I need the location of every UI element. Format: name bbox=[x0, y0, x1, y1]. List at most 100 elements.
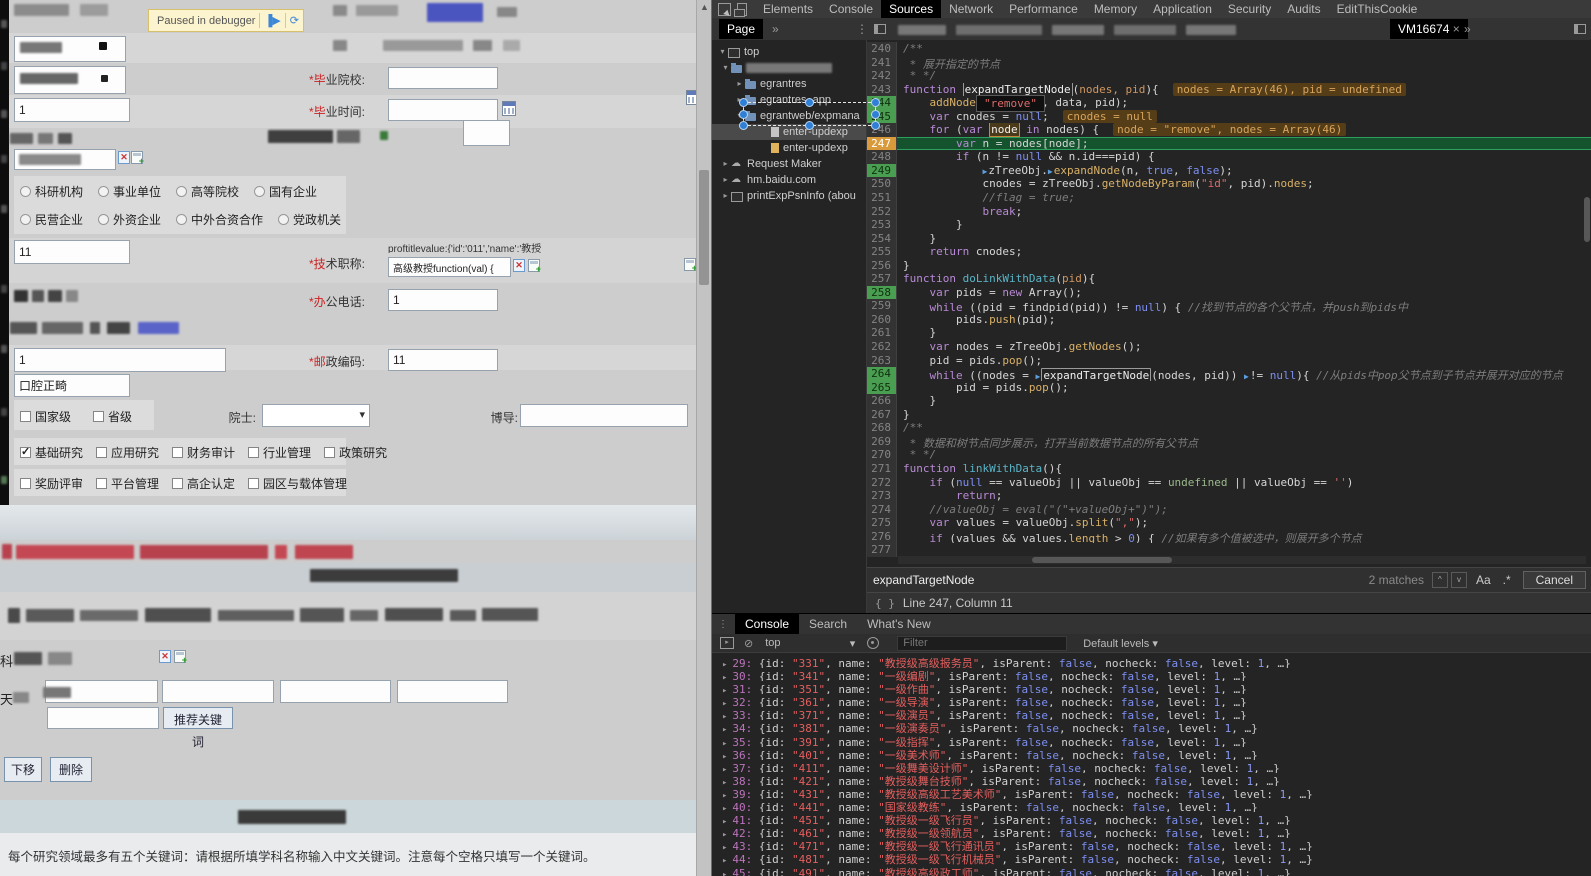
code-line-248[interactable]: 248 if (n != null && n.id===pid) { bbox=[867, 150, 1591, 164]
more-options-icon[interactable]: ⋮ bbox=[856, 22, 868, 36]
toggle-navigator-icon[interactable] bbox=[874, 24, 886, 34]
overflow-chevron[interactable]: » bbox=[772, 22, 779, 36]
code-line-258[interactable]: 258 var pids = new Array(); bbox=[867, 286, 1591, 300]
checkbox-高企认定[interactable]: 高企认定 bbox=[172, 475, 235, 492]
tree-expand-arrow-icon[interactable]: ▾ bbox=[717, 44, 728, 60]
page-scrollbar[interactable]: ▲ bbox=[696, 0, 712, 876]
devtools-tab-elements[interactable]: Elements bbox=[755, 0, 821, 18]
console-tab-search[interactable]: Search bbox=[799, 614, 857, 634]
line-number[interactable]: 272 bbox=[867, 476, 897, 490]
line-number[interactable]: 251 bbox=[867, 191, 897, 205]
tree-item-top[interactable]: ▾top bbox=[712, 44, 866, 60]
code-line-246[interactable]: 246 for (var node in nodes) {node = "rem… bbox=[867, 123, 1591, 137]
line-number[interactable]: 263 bbox=[867, 354, 897, 368]
console-log-row[interactable]: ▸42: {id: "461", name: "教授级一级领航员", isPar… bbox=[712, 825, 1591, 838]
picker-icon[interactable]: ✕ bbox=[513, 259, 525, 272]
code-line-250[interactable]: 250 cnodes = zTreeObj.getNodeByParam("id… bbox=[867, 177, 1591, 191]
code-line-262[interactable]: 262 var nodes = zTreeObj.getNodes(); bbox=[867, 340, 1591, 354]
radio-事业单位[interactable]: 事业单位 bbox=[98, 183, 161, 200]
tree-expand-arrow-icon[interactable]: ▸ bbox=[720, 188, 731, 204]
file-tab-vm16674[interactable]: VM16674 × bbox=[1390, 19, 1468, 39]
tree-expand-arrow-icon[interactable]: ▸ bbox=[720, 172, 731, 188]
page-panel-tab[interactable]: Page bbox=[719, 19, 763, 39]
console-log-row[interactable]: ▸36: {id: "401", name: "一级美术师", isParent… bbox=[712, 747, 1591, 760]
console-log-row[interactable]: ▸45: {id: "491", name: "教授级高级政工师", isPar… bbox=[712, 865, 1591, 876]
console-log-row[interactable]: ▸38: {id: "421", name: "教授级舞台技师", isPare… bbox=[712, 773, 1591, 786]
console-log-row[interactable]: ▸44: {id: "481", name: "教授级一级飞行机械员", isP… bbox=[712, 851, 1591, 864]
console-log-row[interactable]: ▸37: {id: "411", name: "一级舞美设计师", isPare… bbox=[712, 760, 1591, 773]
tree-item-egrantres[interactable]: ▸egrantres bbox=[712, 76, 866, 92]
line-number[interactable]: 273 bbox=[867, 489, 897, 503]
regex-toggle[interactable]: .* bbox=[1503, 573, 1511, 587]
selection-handle[interactable] bbox=[871, 121, 880, 130]
code-line-260[interactable]: 260 pids.push(pid); bbox=[867, 313, 1591, 327]
radio-国有企业[interactable]: 国有企业 bbox=[254, 183, 317, 200]
tree-expand-arrow-icon[interactable]: ▸ bbox=[720, 156, 731, 172]
overflow-chevron[interactable]: » bbox=[1464, 22, 1471, 36]
postal-code-input[interactable] bbox=[388, 349, 498, 371]
line-number[interactable]: 266 bbox=[867, 394, 897, 408]
numeric-input[interactable] bbox=[14, 240, 130, 264]
code-line-242[interactable]: 242 * */ bbox=[867, 69, 1591, 83]
search-next-icon[interactable]: v bbox=[1451, 572, 1467, 588]
code-line-249[interactable]: 249 ▶zTreeObj.▶expandNode(n, true, false… bbox=[867, 164, 1591, 178]
line-number[interactable]: 277 bbox=[867, 543, 897, 557]
radio-科研机构[interactable]: 科研机构 bbox=[20, 183, 83, 200]
tree-select-icon[interactable] bbox=[131, 151, 143, 164]
console-log-row[interactable]: ▸39: {id: "431", name: "教授级高级工艺美术师", isP… bbox=[712, 786, 1591, 799]
selection-handle[interactable] bbox=[739, 121, 748, 130]
code-line-252[interactable]: 252 break; bbox=[867, 205, 1591, 219]
code-line-240[interactable]: 240/** bbox=[867, 42, 1591, 56]
code-line-276[interactable]: 276 if (values && values.length > 0) { /… bbox=[867, 530, 1591, 544]
keyword-input-2[interactable] bbox=[162, 680, 274, 703]
code-line-265[interactable]: 265 pid = pids.pop(); bbox=[867, 381, 1591, 395]
grad-school-input[interactable] bbox=[388, 67, 498, 89]
checkbox-政策研究[interactable]: 政策研究 bbox=[324, 444, 387, 461]
checkbox-国家级[interactable]: 国家级 bbox=[20, 408, 71, 425]
keyword-input-4[interactable] bbox=[397, 680, 508, 703]
devtools-tab-security[interactable]: Security bbox=[1220, 0, 1279, 18]
checkbox-省级[interactable]: 省级 bbox=[93, 408, 132, 425]
selection-handle[interactable] bbox=[805, 98, 814, 107]
tree-item-enter-updexp[interactable]: enter-updexp bbox=[712, 140, 866, 156]
tree-select-icon[interactable] bbox=[528, 259, 540, 272]
more-options-icon[interactable]: ⋮ bbox=[718, 619, 729, 630]
yuanshi-select[interactable] bbox=[262, 404, 370, 427]
tree-item-request-maker[interactable]: ▸Request Maker bbox=[712, 156, 866, 172]
code-line-268[interactable]: 268/** bbox=[867, 421, 1591, 435]
keyword-input-3[interactable] bbox=[280, 680, 391, 703]
console-log-row[interactable]: ▸29: {id: "331", name: "教授级高级报务员", isPar… bbox=[712, 655, 1591, 668]
pretty-print-icon[interactable]: { } bbox=[875, 597, 895, 610]
console-log-row[interactable]: ▸43: {id: "471", name: "教授级一级飞行通讯员", isP… bbox=[712, 838, 1591, 851]
code-line-241[interactable]: 241 * 展开指定的节点 bbox=[867, 56, 1591, 70]
code-line-261[interactable]: 261 } bbox=[867, 326, 1591, 340]
devtools-tab-performance[interactable]: Performance bbox=[1001, 0, 1086, 18]
code-line-271[interactable]: 271function linkWithData(){ bbox=[867, 462, 1591, 476]
resume-script-icon[interactable]: ▐▶ bbox=[264, 14, 280, 27]
code-line-272[interactable]: 272 if (null == valueObj || valueObj == … bbox=[867, 476, 1591, 490]
inspect-element-icon[interactable] bbox=[718, 3, 731, 16]
code-line-267[interactable]: 267} bbox=[867, 408, 1591, 422]
keyword-input-5[interactable] bbox=[47, 707, 159, 729]
breakpoint-line-number[interactable]: 258 bbox=[867, 286, 897, 300]
radio-外资企业[interactable]: 外资企业 bbox=[98, 211, 161, 228]
office-phone-input[interactable] bbox=[388, 289, 498, 311]
search-input[interactable]: expandTargetNode bbox=[873, 573, 1369, 587]
scrollbar-thumb[interactable] bbox=[699, 170, 709, 285]
selection-handle[interactable] bbox=[739, 110, 748, 119]
clear-console-icon[interactable]: ⊘ bbox=[744, 637, 753, 650]
scrollbar-thumb[interactable] bbox=[1032, 557, 1172, 563]
checkbox-应用研究[interactable]: 应用研究 bbox=[96, 444, 159, 461]
line-number[interactable]: 267 bbox=[867, 408, 897, 422]
picker-icon[interactable]: ✕ bbox=[159, 650, 171, 663]
line-number[interactable]: 259 bbox=[867, 299, 897, 313]
code-line-257[interactable]: 257function doLinkWithData(pid){ bbox=[867, 272, 1591, 286]
line-number[interactable]: 240 bbox=[867, 42, 897, 56]
console-tab-console[interactable]: Console bbox=[735, 614, 799, 634]
form-box[interactable] bbox=[463, 120, 510, 146]
checkbox-财务审计[interactable]: 财务审计 bbox=[172, 444, 235, 461]
line-number[interactable]: 271 bbox=[867, 462, 897, 476]
step-over-icon[interactable]: ⟳ bbox=[290, 14, 299, 27]
specialty-input[interactable] bbox=[14, 374, 130, 397]
devtools-tab-console[interactable]: Console bbox=[821, 0, 881, 18]
